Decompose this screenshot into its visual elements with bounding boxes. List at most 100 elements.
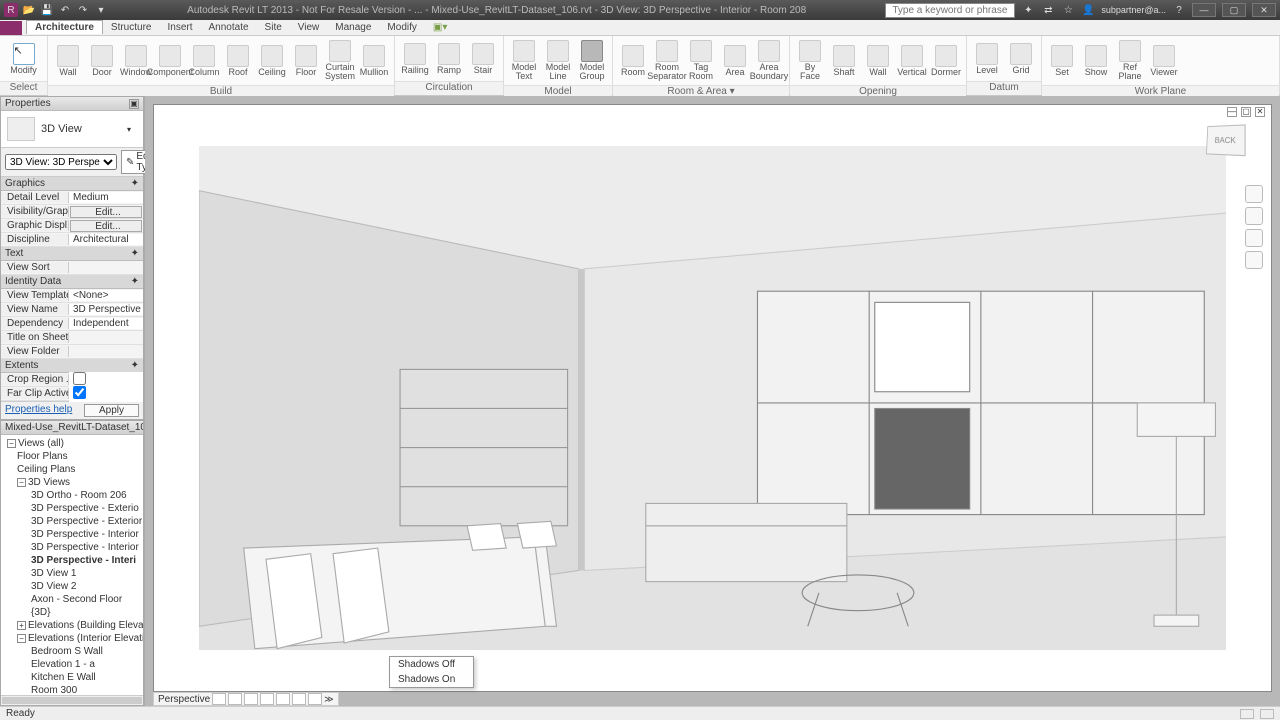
tree-item[interactable]: 3D Perspective - Interior (3, 541, 141, 554)
tool-wall[interactable]: Wall (52, 43, 84, 79)
tool-room[interactable]: Room (617, 43, 649, 79)
tool-curtain-system[interactable]: Curtain System (324, 38, 356, 83)
tab-view[interactable]: View (290, 21, 328, 34)
browser-scrollbar[interactable] (1, 695, 143, 705)
steering-wheel-icon[interactable] (1245, 185, 1263, 203)
prop-row[interactable]: View Template<None> (1, 289, 143, 303)
tree-item[interactable]: 3D Perspective - Exterior (3, 515, 141, 528)
tool-wall[interactable]: Wall (862, 43, 894, 79)
tool-mullion[interactable]: Mullion (358, 43, 390, 79)
tab-modify[interactable]: Modify (379, 21, 424, 34)
modify-tool[interactable]: ↖Modify (4, 41, 43, 77)
view-minimize-icon[interactable]: — (1227, 107, 1237, 117)
filter-icon[interactable] (1240, 709, 1254, 719)
tree-item[interactable]: Elevation 1 - a (3, 658, 141, 671)
tool-set[interactable]: Set (1046, 43, 1078, 79)
tab-insert[interactable]: Insert (159, 21, 200, 34)
tree-item[interactable]: −3D Views (3, 476, 141, 489)
pan-icon[interactable] (1245, 207, 1263, 225)
maximize-button[interactable]: ▢ (1222, 3, 1246, 17)
view-canvas[interactable]: — ▢ ✕ (153, 104, 1272, 692)
prop-row[interactable]: Graphic Displ...Edit... (1, 219, 143, 233)
tool-level[interactable]: Level (971, 41, 1003, 77)
prop-row[interactable]: DependencyIndependent (1, 317, 143, 331)
detail-level-icon[interactable] (212, 693, 226, 705)
prop-category[interactable]: Identity Data✦ (1, 275, 143, 289)
tool-model-line[interactable]: Model Line (542, 38, 574, 83)
tree-item[interactable]: −Views (all) (3, 437, 141, 450)
tree-item[interactable]: Kitchen E Wall (3, 671, 141, 684)
tool-railing[interactable]: Railing (399, 41, 431, 77)
tree-item[interactable]: {3D} (3, 606, 141, 619)
qat-more-icon[interactable]: ▾ (94, 3, 108, 17)
type-selector[interactable]: 3D View (41, 123, 121, 135)
tool-viewer[interactable]: Viewer (1148, 43, 1180, 79)
tree-item[interactable]: −Elevations (Interior Elevation (3, 632, 141, 645)
prop-row[interactable]: Far Clip Active (1, 387, 143, 401)
tree-item[interactable]: Floor Plans (3, 450, 141, 463)
tool-area[interactable]: Area (719, 43, 751, 79)
tree-item[interactable]: Bedroom S Wall (3, 645, 141, 658)
tree-toggle-icon[interactable]: − (7, 439, 16, 448)
browser-tree[interactable]: −Views (all)Floor PlansCeiling Plans−3D … (1, 435, 143, 695)
prop-row[interactable]: Title on Sheet (1, 331, 143, 345)
help-search-input[interactable] (885, 3, 1015, 18)
apply-button[interactable]: Apply (84, 404, 139, 417)
type-dropdown-icon[interactable]: ▾ (127, 125, 137, 134)
prop-row[interactable]: View Name3D Perspective ... (1, 303, 143, 317)
tree-item[interactable]: 3D Perspective - Interior (3, 528, 141, 541)
shadows-off-item[interactable]: Shadows Off (390, 657, 473, 672)
prop-row[interactable]: Detail LevelMedium (1, 191, 143, 205)
status-more-icon[interactable] (1260, 709, 1274, 719)
redo-icon[interactable]: ↷ (76, 3, 90, 17)
help-icon[interactable]: ? (1172, 3, 1186, 17)
prop-category[interactable]: Text✦ (1, 247, 143, 261)
instance-filter[interactable]: 3D View: 3D Perspe (5, 154, 117, 170)
tab-structure[interactable]: Structure (103, 21, 160, 34)
tree-item[interactable]: 3D Perspective - Interi (3, 554, 141, 567)
tree-toggle-icon[interactable]: − (17, 478, 26, 487)
close-button[interactable]: ✕ (1252, 3, 1276, 17)
tab-manage[interactable]: Manage (327, 21, 379, 34)
zoom-icon[interactable] (1245, 229, 1263, 247)
tab-annotate[interactable]: Annotate (201, 21, 257, 34)
tree-item[interactable]: 3D Perspective - Exterio (3, 502, 141, 515)
vcb-chevron-icon[interactable]: ≫ (324, 694, 333, 705)
tree-item[interactable]: Axon - Second Floor (3, 593, 141, 606)
tool-component[interactable]: Component (154, 43, 186, 79)
tool-ref-plane[interactable]: Ref Plane (1114, 38, 1146, 83)
orbit-icon[interactable] (1245, 251, 1263, 269)
tool-show[interactable]: Show (1080, 43, 1112, 79)
properties-help-link[interactable]: Properties help (5, 404, 72, 417)
prop-row[interactable]: DisciplineArchitectural (1, 233, 143, 247)
tool-door[interactable]: Door (86, 43, 118, 79)
tool-model-text[interactable]: Model Text (508, 38, 540, 83)
prop-row[interactable]: Visibility/Grap...Edit... (1, 205, 143, 219)
tool-stair[interactable]: Stair (467, 41, 499, 77)
tool-dormer[interactable]: Dormer (930, 43, 962, 79)
tool-shaft[interactable]: Shaft (828, 43, 860, 79)
prop-category[interactable]: Graphics✦ (1, 177, 143, 191)
open-icon[interactable]: 📂 (22, 3, 36, 17)
sun-path-icon[interactable] (244, 693, 258, 705)
tree-item[interactable]: +Elevations (Building Elevation (3, 619, 141, 632)
app-logo-icon[interactable] (0, 21, 22, 35)
favorite-icon[interactable]: ☆ (1061, 3, 1075, 17)
viewcube[interactable]: BACK (1199, 119, 1253, 161)
save-icon[interactable]: 💾 (40, 3, 54, 17)
tool-by-face[interactable]: By Face (794, 38, 826, 83)
shadows-icon[interactable] (260, 693, 274, 705)
prop-row[interactable]: View Folder (1, 345, 143, 359)
rendering-icon[interactable] (276, 693, 290, 705)
tool-ceiling[interactable]: Ceiling (256, 43, 288, 79)
minimize-button[interactable]: — (1192, 3, 1216, 17)
tool-tag-room[interactable]: Tag Room (685, 38, 717, 83)
subscription-icon[interactable]: ✦ (1021, 3, 1035, 17)
tool-room-separator[interactable]: Room Separator (651, 38, 683, 83)
signin-icon[interactable]: 👤 (1081, 3, 1095, 17)
tree-toggle-icon[interactable]: + (17, 621, 26, 630)
tab-site[interactable]: Site (257, 21, 290, 34)
app-menu-icon[interactable]: R (4, 3, 18, 17)
tree-item[interactable]: 3D View 2 (3, 580, 141, 593)
tree-item[interactable]: 3D Ortho - Room 206 (3, 489, 141, 502)
